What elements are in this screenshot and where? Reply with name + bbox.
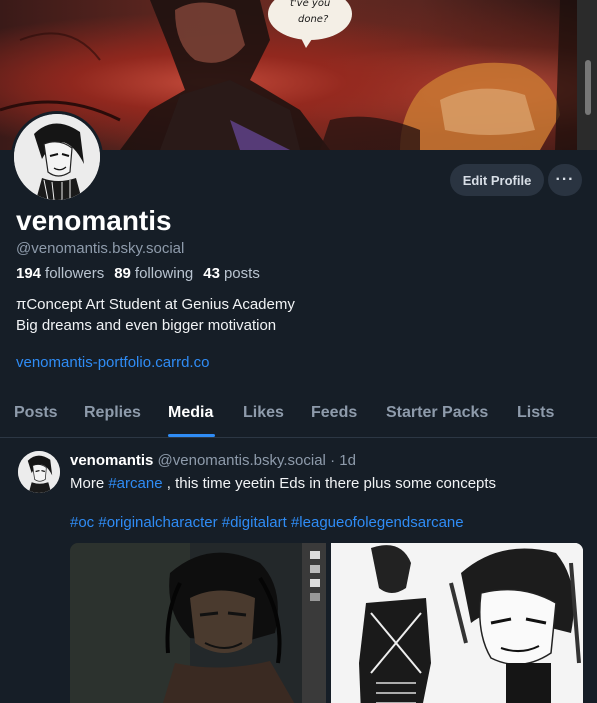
post-separator: · [330, 452, 336, 469]
hashtag-link[interactable]: #arcane [108, 475, 162, 492]
avatar-sketch [14, 114, 100, 200]
post-hashtags[interactable]: #oc #originalcharacter #digitalart #leag… [70, 514, 464, 531]
scrollbar-thumb[interactable] [585, 60, 591, 115]
posts-stat: 43 posts [203, 265, 260, 282]
post-author-name[interactable]: venomantis [70, 452, 153, 469]
banner-scrollbar[interactable] [577, 0, 597, 150]
avatar[interactable] [14, 114, 100, 200]
profile-stats: 194 followers 89 following 43 posts [16, 265, 260, 282]
post-header: venomantis @venomantis.bsky.social · 1d [70, 452, 356, 469]
post-author-handle[interactable]: @venomantis.bsky.social [158, 452, 326, 469]
post-image-artwork [331, 543, 583, 703]
profile-bio: πConcept Art Student at Genius Academy B… [16, 294, 576, 336]
followers-stat[interactable]: 194 followers [16, 265, 104, 282]
tab-posts[interactable]: Posts [14, 404, 58, 422]
post-image-artwork [70, 543, 326, 703]
following-stat[interactable]: 89 following [114, 265, 193, 282]
tab-feeds[interactable]: Feeds [311, 404, 357, 422]
tab-media[interactable]: Media [168, 404, 213, 422]
tab-replies[interactable]: Replies [84, 404, 141, 422]
tab-starter-packs[interactable]: Starter Packs [386, 404, 488, 422]
active-tab-indicator [168, 434, 215, 437]
tab-likes[interactable]: Likes [243, 404, 284, 422]
svg-text:done?: done? [298, 14, 329, 25]
bio-line: Big dreams and even bigger motivation [16, 317, 277, 334]
avatar-sketch [18, 451, 60, 493]
portfolio-link[interactable]: venomantis-portfolio.carrd.co [16, 354, 209, 371]
profile-page: t've you done? Edit Profile ··· venomant… [0, 0, 597, 703]
post-author-avatar[interactable] [18, 451, 60, 493]
more-options-button[interactable]: ··· [548, 164, 582, 196]
post-text: More #arcane , this time yeetin Eds in t… [70, 475, 497, 492]
post-image-1[interactable] [70, 543, 326, 703]
edit-profile-button[interactable]: Edit Profile [450, 164, 544, 196]
speech-bubble-text: t've you [290, 0, 330, 9]
post-time[interactable]: 1d [339, 452, 356, 469]
bio-line: πConcept Art Student at Genius Academy [16, 296, 295, 313]
avatar-frame[interactable] [11, 111, 103, 203]
display-name: venomantis [16, 205, 172, 236]
profile-tabs: Posts Replies Media Likes Feeds Starter … [0, 398, 597, 438]
post-image-2[interactable] [331, 543, 583, 703]
ellipsis-icon: ··· [555, 171, 575, 188]
tab-lists[interactable]: Lists [517, 404, 554, 422]
profile-handle: @venomantis.bsky.social [16, 240, 185, 257]
